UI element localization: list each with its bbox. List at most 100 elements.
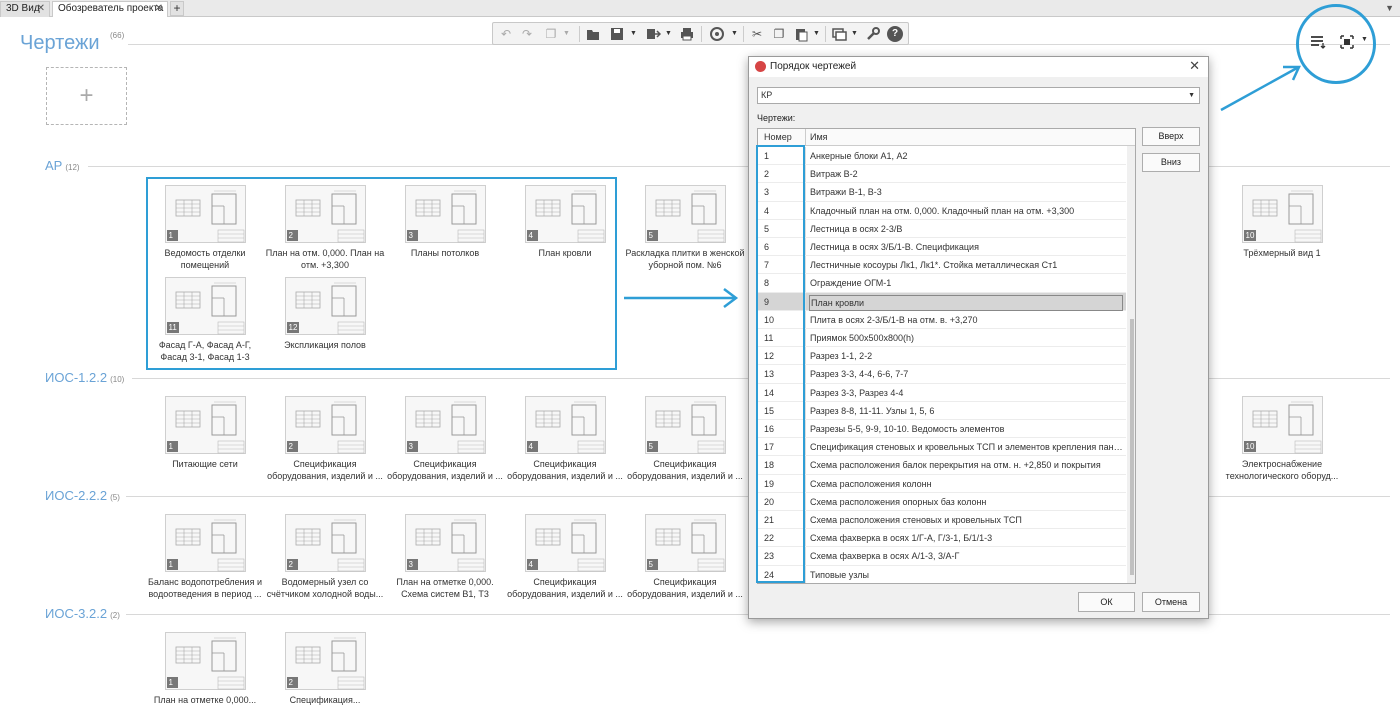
drawings-list[interactable]: Номер Имя 1 Анкерные блоки А1, А2 2 Витраж … [757, 128, 1136, 584]
copy-icon[interactable]: ❐ [771, 26, 787, 42]
drawing-thumbnail[interactable]: 2 [284, 632, 366, 690]
drawing-card[interactable]: 5 Спецификация оборудования, изделий и ..… [625, 514, 745, 600]
list-row[interactable]: 19 Схема расположения колонн [758, 474, 1126, 493]
cancel-button[interactable]: Отмена [1142, 592, 1200, 612]
drawing-card[interactable]: 5 Раскладка плитки в женской уборной пом.… [625, 185, 745, 271]
list-row[interactable]: 13 Разрез 3-3, 4-4, 6-6, 7-7 [758, 365, 1126, 384]
drawing-card[interactable]: 2 Спецификация оборудования, изделий и ..… [265, 396, 385, 482]
drawing-card[interactable]: 1 План на отметке 0,000... [145, 632, 265, 706]
drawing-thumbnail[interactable]: 2 [284, 514, 366, 572]
chevron-down-icon[interactable]: ▼ [813, 27, 820, 41]
list-row[interactable]: 10 Плита в осях 2-3/Б/1-В на отм. в. +3,2… [758, 310, 1126, 329]
drawing-card[interactable]: 4 Спецификация оборудования, изделий и ..… [505, 396, 625, 482]
list-row[interactable]: 15 Разрез 8-8, 11-11. Узлы 1, 5, 6 [758, 401, 1126, 420]
column-header-name[interactable]: Имя [810, 129, 828, 146]
drawing-card[interactable]: 3 План на отметке 0,000. Схема систем В1,… [385, 514, 505, 600]
list-row[interactable]: 9 План кровли [758, 292, 1126, 311]
list-row[interactable]: 6 Лестница в осях 3/Б/1-В. Спецификация [758, 238, 1126, 257]
list-row[interactable]: 12 Разрез 1-1, 2-2 [758, 347, 1126, 366]
drawing-caption: Спецификация оборудования, изделий и ... [387, 459, 503, 481]
close-icon[interactable]: ✕ [155, 2, 163, 16]
list-row[interactable]: 11 Приямок 500х500х800(h) [758, 329, 1126, 348]
help-icon[interactable]: ? [887, 26, 903, 42]
drawing-card[interactable]: 10 Электроснабжение технологического обор… [1222, 396, 1342, 482]
layers-icon[interactable] [831, 26, 847, 42]
copy-sheets-icon[interactable]: ❐ [543, 26, 559, 42]
list-row[interactable]: 7 Лестничные косоуры Лк1, Лк1*. Стойка ме… [758, 256, 1126, 275]
drawing-thumbnail[interactable]: 2 [284, 396, 366, 454]
list-row[interactable]: 20 Схема расположения опорных баз колонн [758, 492, 1126, 511]
close-icon[interactable]: ✕ [37, 2, 45, 16]
drawing-card[interactable]: 2 Спецификация... [265, 632, 385, 706]
cut-icon[interactable]: ✂ [749, 26, 765, 42]
close-icon[interactable]: ✕ [1189, 58, 1200, 74]
drawing-thumbnail[interactable]: 5 [644, 514, 726, 572]
drawing-card[interactable]: 1 Питающие сети [145, 396, 265, 470]
set-select[interactable]: КР ▼ [757, 87, 1200, 104]
drawing-thumbnail[interactable]: 10 [1241, 185, 1323, 243]
sheet-thumbnail-icon [295, 519, 364, 572]
folder-icon[interactable] [585, 26, 601, 42]
list-row[interactable]: 1 Анкерные блоки А1, А2 [758, 147, 1126, 166]
list-row[interactable]: 4 Кладочный план на отм. 0,000. Кладочный… [758, 201, 1126, 220]
chevron-down-icon[interactable]: ▼ [630, 27, 637, 41]
undo-icon[interactable]: ↶ [498, 26, 514, 42]
print-icon[interactable] [679, 26, 695, 42]
list-row[interactable]: 21 Схема расположения стеновых и кровельн… [758, 511, 1126, 530]
move-down-button[interactable]: Вниз [1142, 153, 1200, 172]
group-title-ios3[interactable]: ИОС-3.2.2 (2) [45, 606, 120, 621]
tab-3d-view[interactable]: 3D Вид ✕ [0, 1, 50, 17]
chevron-down-icon[interactable]: ▼ [563, 27, 570, 41]
publish-icon[interactable] [707, 26, 727, 42]
add-drawing-button[interactable]: + [46, 67, 127, 125]
dialog-titlebar[interactable]: Порядок чертежей ✕ [749, 57, 1208, 77]
paste-icon[interactable] [793, 26, 809, 42]
drawing-thumbnail[interactable]: 5 [644, 185, 726, 243]
list-row[interactable]: 14 Разрез 3-3, Разрез 4-4 [758, 383, 1126, 402]
list-row[interactable]: 8 Ограждение ОГМ-1 [758, 274, 1126, 293]
drawing-thumbnail[interactable]: 1 [164, 396, 246, 454]
drawing-card[interactable]: 10 Трёхмерный вид 1 [1222, 185, 1342, 259]
drawing-thumbnail[interactable]: 3 [404, 514, 486, 572]
chevron-down-icon[interactable]: ▼ [731, 27, 738, 41]
redo-icon[interactable]: ↷ [519, 26, 535, 42]
column-header-number[interactable]: Номер [758, 129, 806, 146]
chevron-down-icon[interactable]: ▼ [665, 27, 672, 41]
scrollbar-thumb[interactable] [1130, 319, 1134, 575]
divider [701, 26, 702, 42]
drawing-caption: План на отметке 0,000. Схема систем В1, … [396, 577, 494, 599]
chevron-down-icon[interactable]: ▼ [851, 27, 858, 41]
drawing-thumbnail[interactable]: 4 [524, 396, 606, 454]
drawing-thumbnail[interactable]: 1 [164, 632, 246, 690]
drawing-card[interactable]: 3 Спецификация оборудования, изделий и ..… [385, 396, 505, 482]
list-row[interactable]: 16 Разрезы 5-5, 9-9, 10-10. Ведомость эле… [758, 420, 1126, 439]
list-row[interactable]: 5 Лестница в осях 2-3/В [758, 219, 1126, 238]
move-up-button[interactable]: Вверх [1142, 127, 1200, 146]
drawing-thumbnail[interactable]: 3 [404, 396, 486, 454]
tab-project-browser[interactable]: Обозреватель проекта ✕ [52, 1, 168, 17]
list-row[interactable]: 23 Схема фахверка в осях А/1-3, 3/А-Г [758, 547, 1126, 566]
export-icon[interactable] [645, 26, 662, 42]
list-row[interactable]: 18 Схема расположения балок перекрытия на… [758, 456, 1126, 475]
list-row[interactable]: 24 Типовые узлы [758, 565, 1126, 583]
chevron-down-icon[interactable]: ▼ [1385, 3, 1394, 13]
drawing-card[interactable]: 1 Баланс водопотребления и водоотведения … [145, 514, 265, 600]
save-icon[interactable] [609, 26, 625, 42]
group-title-ar[interactable]: АР (12) [45, 158, 80, 173]
drawing-thumbnail[interactable]: 4 [524, 514, 606, 572]
wrench-icon[interactable] [865, 26, 881, 42]
drawing-card[interactable]: 2 Водомерный узел со счётчиком холодной в… [265, 514, 385, 600]
group-title-ios2[interactable]: ИОС-2.2.2 (5) [45, 488, 120, 503]
drawing-card[interactable]: 5 Спецификация оборудования, изделий и ..… [625, 396, 745, 482]
drawing-thumbnail[interactable]: 1 [164, 514, 246, 572]
list-row[interactable]: 17 Спецификация стеновых и кровельных ТСП… [758, 438, 1126, 457]
ok-button[interactable]: ОК [1078, 592, 1135, 612]
add-tab-button[interactable]: + [170, 1, 184, 16]
list-row[interactable]: 2 Витраж В-2 [758, 165, 1126, 184]
list-row[interactable]: 3 Витражи В-1, В-3 [758, 183, 1126, 202]
list-row[interactable]: 22 Схема фахверка в осях 1/Г-А, Г/3-1, Б/… [758, 529, 1126, 548]
drawing-thumbnail[interactable]: 10 [1241, 396, 1323, 454]
drawing-card[interactable]: 4 Спецификация оборудования, изделий и ..… [505, 514, 625, 600]
drawing-thumbnail[interactable]: 5 [644, 396, 726, 454]
group-title-ios1[interactable]: ИОС-1.2.2 (10) [45, 370, 124, 385]
